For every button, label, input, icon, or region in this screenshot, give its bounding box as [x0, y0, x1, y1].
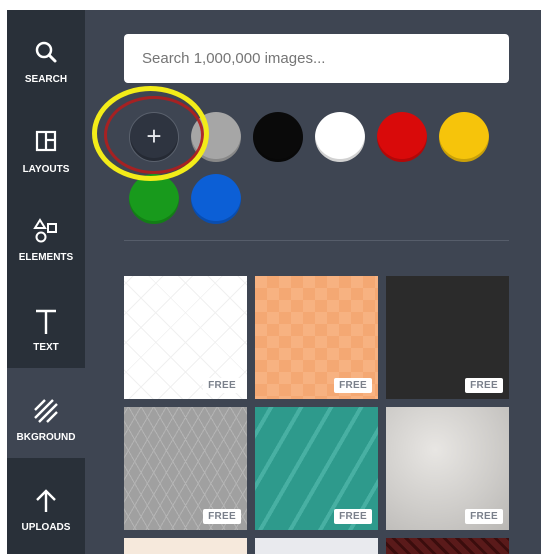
background-tile[interactable] — [386, 538, 509, 554]
sidebar-item-label: ELEMENTS — [18, 252, 74, 263]
sidebar-item-text[interactable]: TEXT — [7, 286, 85, 370]
background-icon — [7, 398, 85, 426]
sidebar-item-label: TEXT — [33, 342, 59, 353]
background-tile[interactable]: FREE — [386, 276, 509, 399]
add-color-button[interactable]: + — [129, 112, 179, 162]
background-tile[interactable]: FREE — [255, 407, 378, 530]
background-tile[interactable]: FREE — [255, 276, 378, 399]
sidebar-item-background[interactable]: BKGROUND — [7, 376, 85, 460]
color-swatch[interactable] — [191, 112, 241, 162]
color-swatch[interactable] — [377, 112, 427, 162]
text-icon — [7, 308, 85, 336]
sidebar-item-label: SEARCH — [24, 74, 68, 85]
sidebar-item-label: LAYOUTS — [22, 164, 70, 175]
search-input[interactable] — [124, 34, 509, 83]
shapes-icon — [7, 218, 85, 246]
free-badge: FREE — [334, 378, 372, 393]
free-badge: FREE — [465, 509, 503, 524]
sidebar-item-label: UPLOADS — [21, 522, 71, 533]
sidebar-item-search[interactable]: SEARCH — [7, 18, 85, 102]
color-swatch[interactable] — [191, 174, 241, 224]
background-tile[interactable]: FREE — [124, 276, 247, 399]
free-badge: FREE — [334, 509, 372, 524]
search-icon — [7, 40, 85, 68]
color-swatch[interactable] — [439, 112, 489, 162]
free-badge: FREE — [203, 378, 241, 393]
sidebar-item-elements[interactable]: ELEMENTS — [7, 196, 85, 280]
background-tile[interactable] — [124, 538, 247, 554]
free-badge: FREE — [465, 378, 503, 393]
background-tile[interactable] — [255, 538, 378, 554]
background-tile[interactable]: FREE — [386, 407, 509, 530]
sidebar-item-uploads[interactable]: UPLOADS — [7, 466, 85, 550]
sidebar-item-label: BKGROUND — [16, 432, 76, 443]
divider — [124, 240, 509, 241]
background-tile[interactable]: FREE — [124, 407, 247, 530]
sidebar-item-layouts[interactable]: LAYOUTS — [7, 108, 85, 192]
layouts-icon — [7, 130, 85, 158]
color-swatch[interactable] — [315, 112, 365, 162]
free-badge: FREE — [203, 509, 241, 524]
upload-arrow-icon — [7, 488, 85, 516]
color-swatch[interactable] — [253, 112, 303, 162]
color-swatch[interactable] — [129, 174, 179, 224]
